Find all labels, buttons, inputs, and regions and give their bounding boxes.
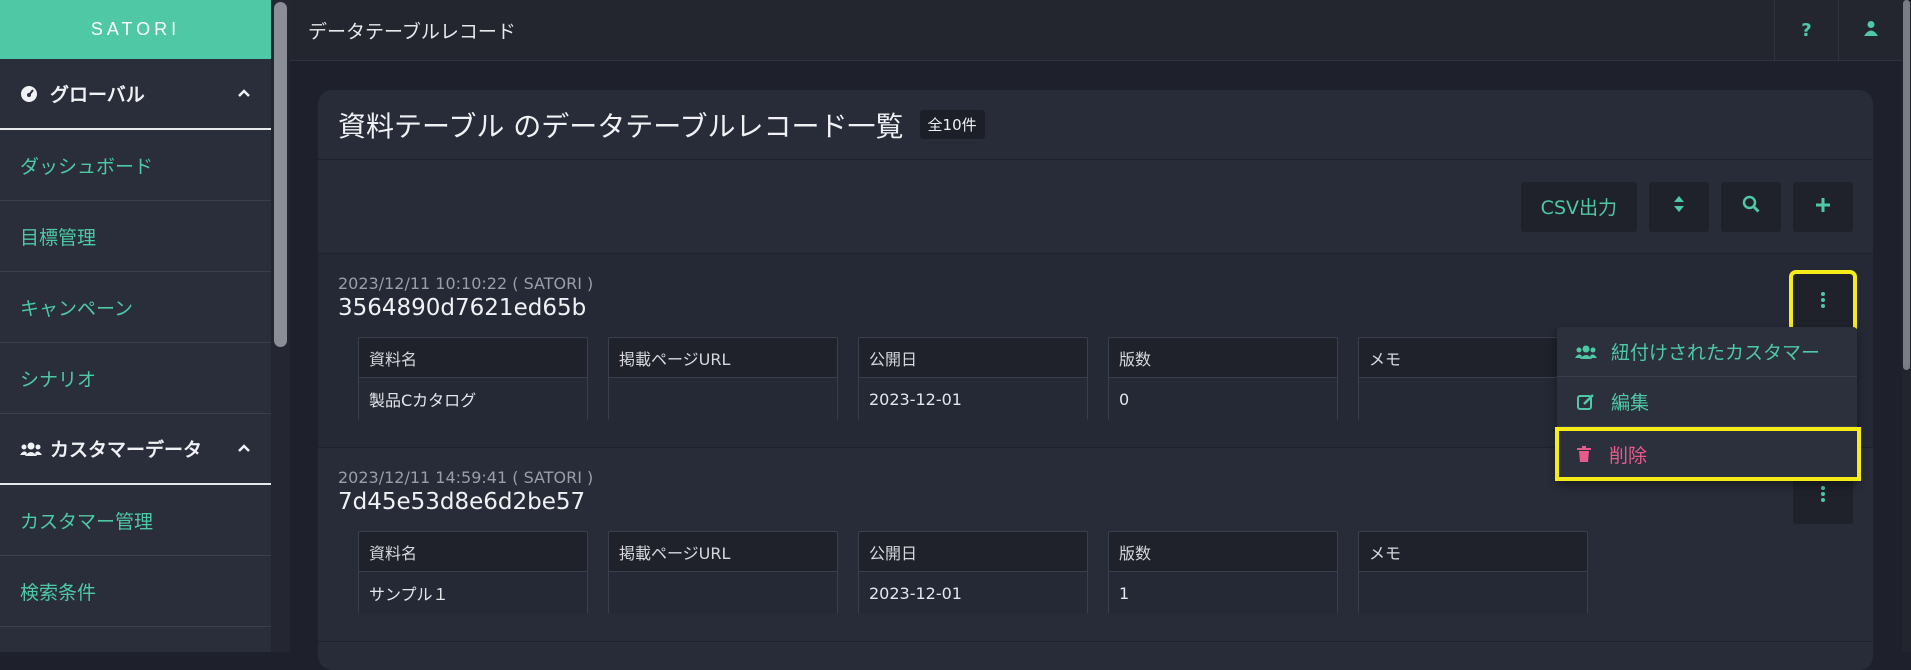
- menu-item-delete[interactable]: 削除: [1555, 427, 1861, 481]
- field-cell: 公開日 2023-12-01: [858, 531, 1088, 614]
- search-button[interactable]: [1721, 181, 1781, 232]
- field-cell: メモ: [1358, 531, 1588, 614]
- field-label: 資料名: [359, 532, 587, 572]
- field-value: [1359, 378, 1587, 420]
- record-action-menu: 紐付けされたカスタマー 編集 削除: [1555, 327, 1861, 481]
- count-badge: 全10件: [919, 110, 985, 139]
- record-fields: 資料名 サンプル１ 掲載ページURL 公開日 2023-12-01 版数 1 メモ: [358, 531, 1853, 614]
- field-cell: 版数 0: [1108, 337, 1338, 420]
- sidebar-item-search-conditions[interactable]: 検索条件: [0, 556, 271, 627]
- help-button[interactable]: ?: [1774, 0, 1838, 61]
- page-title: データテーブルレコード: [308, 20, 516, 43]
- field-cell: メモ: [1358, 337, 1588, 420]
- field-cell: 掲載ページURL: [608, 531, 838, 614]
- dashboard-icon: [20, 85, 42, 103]
- field-label: 公開日: [859, 338, 1087, 378]
- sidebar-item-goals[interactable]: 目標管理: [0, 201, 271, 272]
- field-cell: 資料名 製品Cカタログ: [358, 337, 588, 420]
- sidebar-group-customer-data[interactable]: カスタマーデータ: [0, 414, 271, 485]
- scrollbar-thumb[interactable]: [274, 2, 287, 347]
- field-value: 2023-12-01: [859, 378, 1087, 420]
- record-id[interactable]: 7d45e53d8e6d2be57: [338, 489, 1853, 515]
- field-cell: 版数 1: [1108, 531, 1338, 614]
- field-label: メモ: [1359, 338, 1587, 378]
- brand-logo[interactable]: SATORI: [0, 0, 271, 59]
- kebab-icon: [1821, 486, 1825, 506]
- sort-button[interactable]: [1649, 181, 1709, 232]
- users-icon: [1575, 344, 1597, 360]
- sidebar-group-label: カスタマーデータ: [50, 439, 203, 461]
- field-value: サンプル１: [359, 572, 587, 614]
- record-meta: 2023/12/11 10:10:22 ( SATORI ): [338, 274, 594, 293]
- sidebar-item-campaign[interactable]: キャンペーン: [0, 272, 271, 343]
- field-value: [609, 572, 837, 614]
- record-menu-button[interactable]: [1789, 270, 1857, 334]
- csv-export-button[interactable]: CSV出力: [1520, 181, 1637, 232]
- field-label: 資料名: [359, 338, 587, 378]
- field-label: 掲載ページURL: [609, 532, 837, 572]
- sidebar: SATORI グローバル ダッシュボード 目標管理 キャンペーン シナリオ カス…: [0, 0, 271, 652]
- menu-item-label: 編集: [1611, 392, 1650, 414]
- field-value: 1: [1109, 572, 1337, 614]
- chevron-up-icon: [237, 86, 251, 102]
- menu-item-linked-customers[interactable]: 紐付けされたカスタマー: [1557, 327, 1857, 377]
- edit-icon: [1575, 393, 1597, 411]
- add-button[interactable]: [1793, 181, 1853, 232]
- menu-item-label: 削除: [1609, 444, 1648, 467]
- card-header: 資料テーブル のデータテーブルレコード一覧 全10件: [318, 90, 1873, 160]
- search-icon: [1742, 195, 1760, 218]
- record-id[interactable]: 3564890d7621ed65b: [338, 295, 1853, 321]
- field-label: メモ: [1359, 532, 1587, 572]
- field-label: 版数: [1109, 532, 1337, 572]
- topbar: データテーブルレコード ?: [290, 0, 1902, 61]
- field-value: 製品Cカタログ: [359, 378, 587, 420]
- toolbar: CSV出力: [318, 160, 1873, 254]
- chevron-up-icon: [237, 441, 251, 457]
- sidebar-item-scenario[interactable]: シナリオ: [0, 343, 271, 414]
- field-value: [1359, 572, 1587, 614]
- field-value: [609, 378, 837, 420]
- sidebar-item-customer-management[interactable]: カスタマー管理: [0, 485, 271, 556]
- sidebar-group-global[interactable]: グローバル: [0, 59, 271, 130]
- field-cell: 公開日 2023-12-01: [858, 337, 1088, 420]
- page-scrollbar[interactable]: [1902, 0, 1911, 652]
- field-label: 公開日: [859, 532, 1087, 572]
- sidebar-scrollbar[interactable]: [271, 0, 290, 652]
- sidebar-item-dashboard[interactable]: ダッシュボード: [0, 130, 271, 201]
- trash-icon: [1573, 446, 1595, 462]
- help-label: ?: [1801, 19, 1812, 41]
- user-icon: [1863, 20, 1878, 41]
- menu-item-edit[interactable]: 編集: [1557, 377, 1857, 427]
- field-cell: 資料名 サンプル１: [358, 531, 588, 614]
- plus-icon: [1815, 196, 1831, 218]
- field-value: 2023-12-01: [859, 572, 1087, 614]
- card-title: 資料テーブル のデータテーブルレコード一覧: [338, 109, 904, 143]
- field-label: 版数: [1109, 338, 1337, 378]
- menu-item-label: 紐付けされたカスタマー: [1611, 342, 1821, 364]
- field-cell: 掲載ページURL: [608, 337, 838, 420]
- sidebar-group-label: グローバル: [50, 84, 145, 106]
- sort-icon: [1673, 195, 1685, 218]
- user-button[interactable]: [1838, 0, 1902, 61]
- scrollbar-thumb[interactable]: [1903, 0, 1910, 370]
- field-label: 掲載ページURL: [609, 338, 837, 378]
- kebab-icon: [1821, 292, 1825, 312]
- users-icon: [20, 441, 42, 457]
- field-value: 0: [1109, 378, 1337, 420]
